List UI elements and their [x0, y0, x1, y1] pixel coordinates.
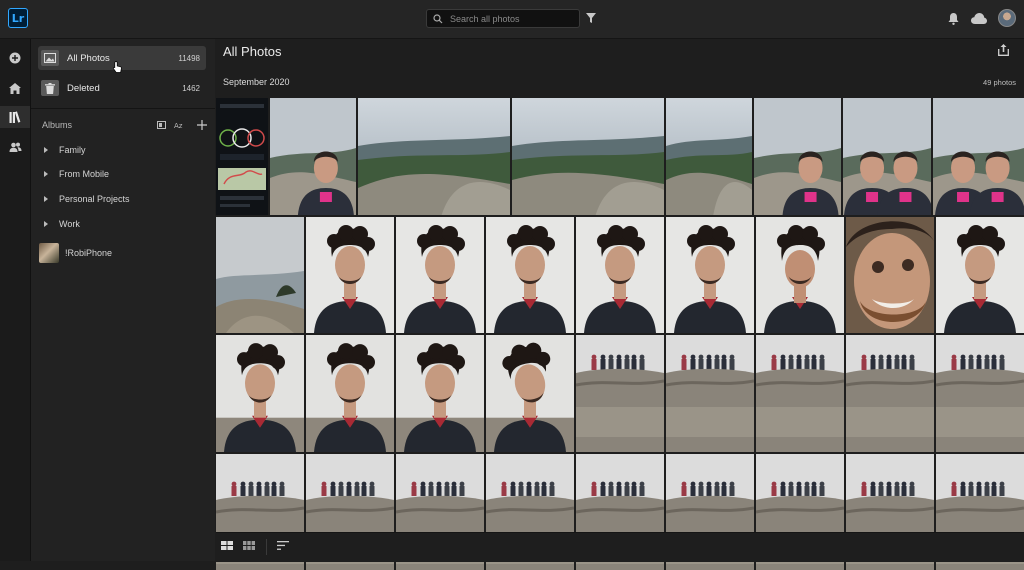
people-icon[interactable] — [0, 136, 30, 158]
page-title: All Photos — [223, 44, 282, 59]
chevron-right-icon[interactable] — [44, 171, 48, 177]
chevron-right-icon[interactable] — [44, 147, 48, 153]
search-icon — [433, 13, 443, 23]
photo-thumbnail[interactable] — [846, 335, 934, 452]
photo-thumbnail[interactable] — [756, 335, 844, 452]
view-toggle-icon[interactable] — [157, 121, 166, 129]
album-thumbnail — [39, 243, 59, 263]
top-bar: Lr — [0, 0, 1024, 39]
date-group-header: September 2020 — [223, 77, 290, 87]
album-label: Personal Projects — [59, 194, 130, 204]
photo-icon — [41, 50, 59, 66]
sort-az-icon[interactable]: Az — [174, 121, 184, 129]
add-icon[interactable] — [0, 47, 30, 69]
trash-icon — [41, 80, 59, 96]
album-family[interactable]: Family — [42, 142, 202, 158]
sidebar-divider — [31, 108, 215, 109]
photo-thumbnail[interactable] — [933, 98, 1024, 215]
album-label: Family — [59, 145, 86, 155]
sidebar-item-all-photos[interactable]: All Photos 11498 — [38, 46, 206, 70]
sort-icon[interactable] — [277, 541, 289, 550]
photo-thumbnail[interactable] — [358, 98, 510, 215]
sidebar-item-label: All Photos — [67, 52, 110, 64]
photo-thumbnail[interactable] — [666, 335, 754, 452]
photo-thumbnail[interactable] — [936, 217, 1024, 333]
photo-thumbnail[interactable] — [666, 217, 754, 333]
albums-label: Albums — [42, 120, 73, 130]
album-from-mobile[interactable]: From Mobile — [42, 166, 202, 182]
bell-icon[interactable] — [946, 12, 960, 26]
user-avatar[interactable] — [998, 9, 1016, 27]
album-label: From Mobile — [59, 169, 110, 179]
album-label: !RobiPhone — [65, 248, 113, 258]
photo-thumbnail[interactable] — [576, 335, 664, 452]
photo-thumbnail[interactable] — [216, 335, 304, 452]
search-box[interactable] — [426, 9, 580, 28]
albums-header: Albums Az — [42, 118, 207, 132]
photo-thumbnail[interactable] — [756, 217, 844, 333]
chevron-right-icon[interactable] — [44, 221, 48, 227]
add-album-icon[interactable] — [197, 120, 207, 130]
photo-count: 11498 — [178, 53, 200, 63]
main-panel: All Photos September 2020 49 photos — [216, 39, 1024, 570]
photo-thumbnail[interactable] — [216, 98, 268, 215]
album-personal-projects[interactable]: Personal Projects — [42, 191, 202, 207]
bottom-toolbar — [216, 532, 1024, 562]
album-work[interactable]: Work — [42, 216, 202, 232]
photo-thumbnail[interactable] — [486, 217, 574, 333]
album-label: Work — [59, 219, 80, 229]
cloud-icon[interactable] — [970, 11, 988, 25]
left-rail — [0, 39, 31, 561]
photo-thumbnail[interactable] — [576, 217, 664, 333]
album-robiphone[interactable]: !RobiPhone — [39, 242, 202, 264]
sidebar-item-label: Deleted — [67, 82, 100, 94]
lightroom-logo: Lr — [8, 8, 28, 28]
photo-thumbnail[interactable] — [486, 335, 574, 452]
filter-icon[interactable] — [585, 12, 597, 24]
date-group-count: 49 photos — [983, 78, 1016, 87]
grid-small-icon[interactable] — [243, 541, 255, 550]
photo-thumbnail[interactable] — [846, 217, 934, 333]
photo-thumbnail[interactable] — [306, 335, 394, 452]
photo-grid — [216, 98, 1024, 570]
photo-thumbnail[interactable] — [216, 217, 304, 333]
photo-thumbnail[interactable] — [270, 98, 356, 215]
grid-large-icon[interactable] — [221, 541, 233, 550]
deleted-count: 1462 — [182, 83, 200, 93]
toolbar-separator — [266, 539, 267, 555]
photo-thumbnail[interactable] — [396, 217, 484, 333]
home-icon[interactable] — [0, 77, 30, 99]
library-icon[interactable] — [0, 106, 30, 128]
sidebar-item-deleted[interactable]: Deleted 1462 — [38, 76, 206, 100]
search-input[interactable] — [448, 12, 572, 25]
photo-thumbnail[interactable] — [936, 335, 1024, 452]
photo-thumbnail[interactable] — [754, 98, 841, 215]
photo-thumbnail[interactable] — [306, 217, 394, 333]
svg-text:Az: Az — [174, 122, 183, 129]
photo-thumbnail[interactable] — [396, 335, 484, 452]
share-icon[interactable] — [998, 44, 1009, 59]
chevron-right-icon[interactable] — [44, 196, 48, 202]
mouse-cursor-icon — [113, 61, 122, 73]
photo-thumbnail[interactable] — [512, 98, 664, 215]
photo-thumbnail[interactable] — [666, 98, 752, 215]
sidebar: All Photos 11498 Deleted 1462 Albums Az … — [31, 39, 215, 561]
photo-thumbnail[interactable] — [843, 98, 931, 215]
